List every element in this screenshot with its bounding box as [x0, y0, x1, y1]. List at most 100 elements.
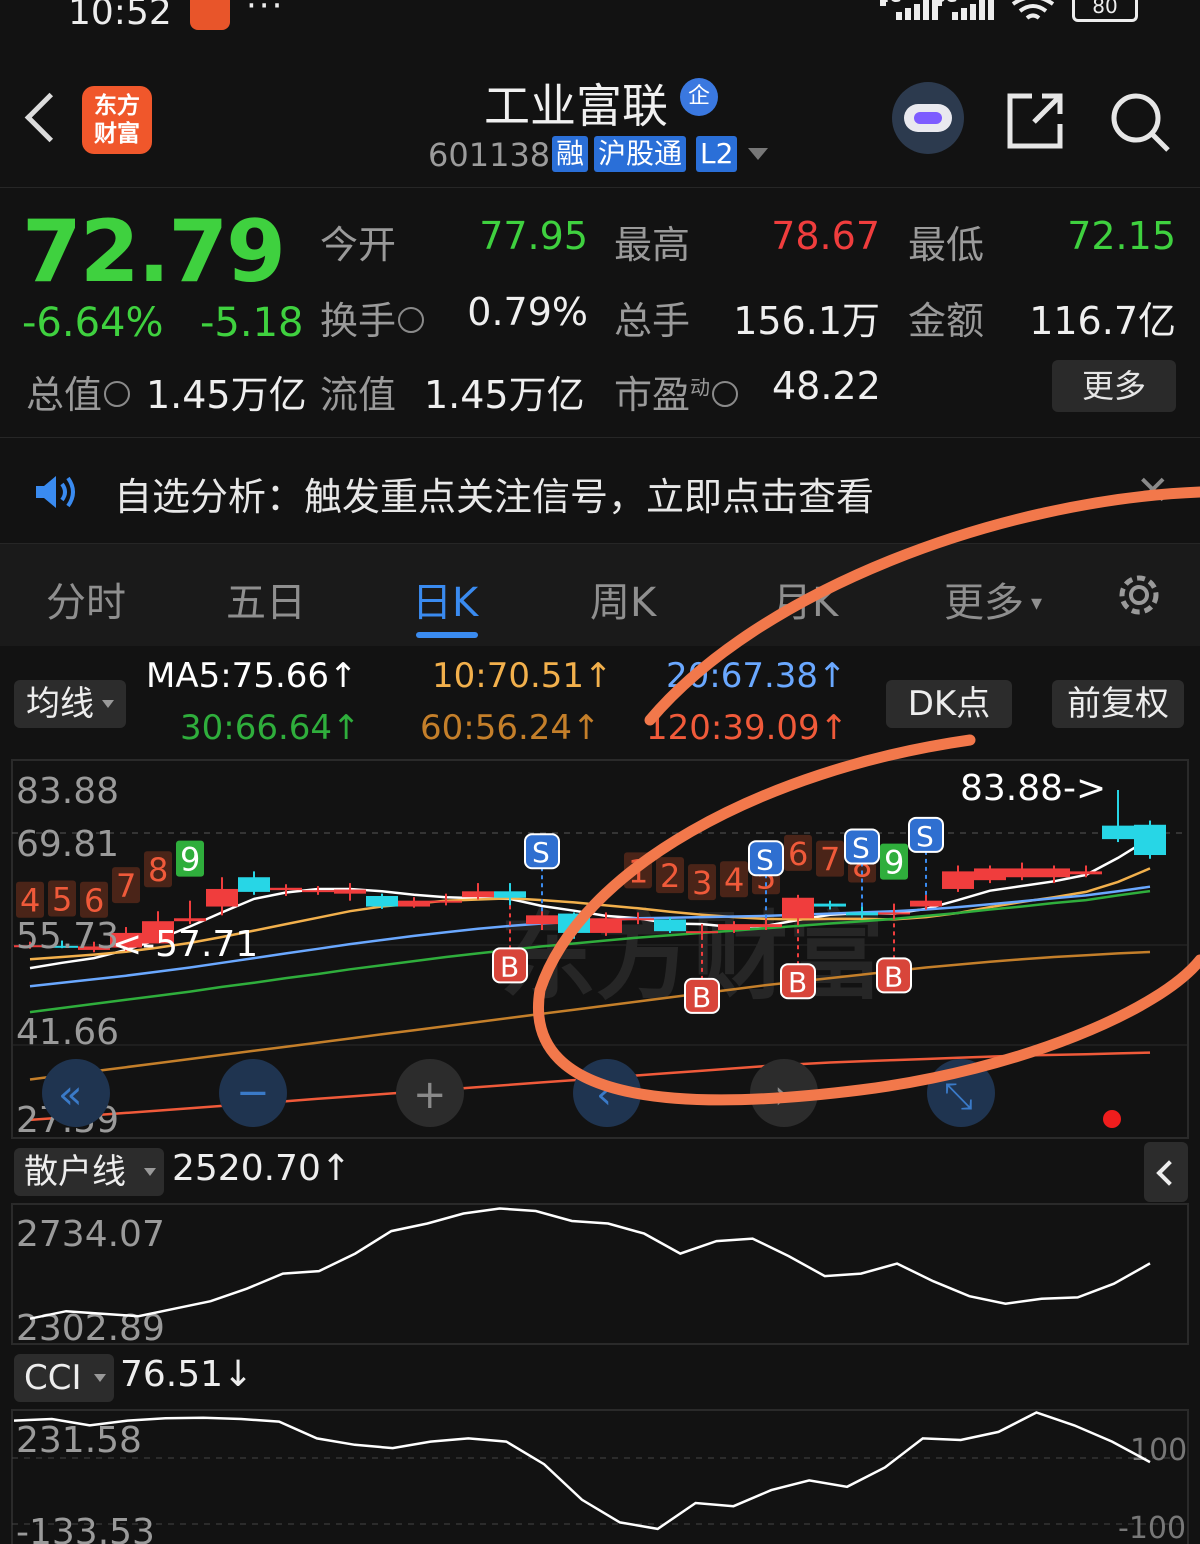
- volume-value: 156.1万: [733, 299, 880, 343]
- notice-text[interactable]: 自选分析：触发重点关注信号，立即点击查看: [114, 466, 874, 521]
- chevron-down-icon[interactable]: [748, 148, 768, 160]
- tab-intraday[interactable]: 分时: [46, 570, 126, 628]
- ma120-value: 120:39.09↑: [646, 708, 849, 748]
- td-count-label: 5: [756, 858, 776, 896]
- ma-line-30: [29, 889, 1151, 1014]
- buy-signal-label: B: [788, 966, 807, 999]
- robot-assistant-icon[interactable]: [892, 82, 964, 154]
- candle-body: [110, 932, 142, 948]
- expand-icon: ⤡: [944, 1076, 973, 1117]
- info-icon[interactable]: [104, 380, 131, 407]
- double-left-icon: «: [58, 1072, 82, 1118]
- td-count-label: 7: [116, 867, 136, 905]
- y-tick: 69.81: [16, 824, 119, 865]
- next-button[interactable]: [750, 1059, 818, 1127]
- rewind-button[interactable]: [42, 1059, 110, 1127]
- zoom-in-button[interactable]: [396, 1059, 464, 1127]
- tab-daily-k[interactable]: 日K: [412, 570, 478, 628]
- dk-points-button[interactable]: DK点: [886, 680, 1012, 728]
- candle-body: [910, 900, 942, 907]
- sell-signal-label: S: [916, 820, 934, 853]
- y-tick-right: 100: [1130, 1433, 1187, 1468]
- tab-more[interactable]: 更多 ▾: [944, 570, 1042, 628]
- amount-value: 116.7亿: [1029, 299, 1176, 343]
- share-icon[interactable]: [1004, 90, 1066, 152]
- candle-body: [1038, 868, 1070, 878]
- adjust-mode-button[interactable]: 前复权: [1052, 680, 1184, 728]
- ma-selector[interactable]: 均线: [14, 680, 126, 728]
- back-button[interactable]: [22, 90, 66, 150]
- td-labels: 4 5 6 7 8 9 1 2 3 4 56 7 8 9SBBSBSBS: [16, 816, 944, 1014]
- ma-line-MA5: [29, 837, 1151, 970]
- open-value: 77.95: [479, 214, 588, 258]
- prev-button[interactable]: [573, 1059, 641, 1127]
- live-dot: [1103, 1110, 1121, 1128]
- market-cap-label[interactable]: 总值: [26, 364, 131, 419]
- td-count-label: 3: [692, 864, 712, 902]
- candle-body: [494, 891, 526, 898]
- candle-body: [206, 888, 238, 907]
- stock-code: 601138: [428, 136, 551, 174]
- turnover-value: 0.79%: [467, 290, 588, 334]
- signal-5g-icon: 5G: [936, 0, 994, 20]
- app-logo[interactable]: 东方 财富: [82, 86, 152, 154]
- candle-body: [814, 903, 846, 907]
- enterprise-badge-icon[interactable]: 企: [680, 78, 718, 116]
- td-count-label: 8: [852, 847, 872, 885]
- ma-line-60: [29, 950, 1151, 1081]
- ma20-value: 20:67.38↑: [666, 656, 847, 696]
- y-tick: -133.53: [16, 1512, 155, 1544]
- more-quote-button[interactable]: 更多: [1052, 360, 1176, 412]
- search-icon[interactable]: [1108, 90, 1172, 154]
- candle-body: [1006, 868, 1038, 878]
- zoom-out-button[interactable]: [219, 1059, 287, 1127]
- info-icon[interactable]: [712, 380, 739, 407]
- notice-bar[interactable]: 自选分析：触发重点关注信号，立即点击查看 ✕: [0, 438, 1200, 544]
- gear-icon[interactable]: [1112, 568, 1166, 622]
- retail-line-selector[interactable]: 散户线: [14, 1148, 164, 1196]
- y-tick: 83.88: [16, 771, 119, 812]
- tab-weekly-k[interactable]: 周K: [590, 570, 656, 628]
- tab-monthly-k[interactable]: 月K: [772, 570, 838, 628]
- cci-selector[interactable]: CCI: [14, 1354, 114, 1402]
- ma5-value: MA5:75.66↑: [146, 656, 358, 696]
- candle-body: [174, 918, 206, 922]
- candle-body: [366, 895, 398, 907]
- sell-signal: [524, 833, 560, 870]
- close-icon[interactable]: ✕: [1136, 468, 1170, 514]
- candle-body: [238, 877, 270, 892]
- td-count-label: 2: [660, 857, 680, 895]
- y-tick: 231.58: [16, 1420, 142, 1461]
- stock-name: 工业富联: [484, 79, 668, 133]
- turnover-label[interactable]: 换手: [320, 290, 425, 345]
- td-count-badge: [848, 846, 876, 883]
- sell-signal: [844, 828, 880, 865]
- connect-tag: 沪股通: [594, 136, 687, 172]
- fullscreen-button[interactable]: [927, 1059, 995, 1127]
- change-percent: -6.64%: [22, 300, 164, 346]
- info-icon[interactable]: [398, 306, 425, 333]
- candle-body: [142, 921, 174, 944]
- buy-signal-label: B: [500, 950, 519, 983]
- candle-body: [590, 918, 622, 933]
- td-count-badge: [656, 857, 684, 894]
- pe-label[interactable]: 市盈动: [614, 364, 739, 419]
- ma-lines: [29, 837, 1151, 1122]
- candle-body: [942, 871, 974, 889]
- td-count-badge: [80, 881, 108, 918]
- sell-signal: [748, 840, 784, 877]
- high-marker: 83.88->: [960, 768, 1106, 809]
- volume-label: 总手: [614, 299, 691, 343]
- collapse-panel-button[interactable]: [1144, 1142, 1188, 1202]
- active-tab-indicator: [416, 632, 478, 638]
- td-count-badge: [144, 851, 172, 888]
- candle-body: [270, 887, 302, 891]
- signal-4g-icon: 4G: [880, 0, 938, 20]
- candle-body: [462, 891, 494, 898]
- td-count-badge: [112, 867, 140, 904]
- more-notifications-icon: ···: [246, 0, 285, 26]
- ma30-value: 30:66.64↑: [180, 708, 361, 748]
- candle-body: [782, 897, 814, 919]
- tab-five-day[interactable]: 五日: [226, 570, 306, 628]
- td-count-badge: [784, 834, 812, 871]
